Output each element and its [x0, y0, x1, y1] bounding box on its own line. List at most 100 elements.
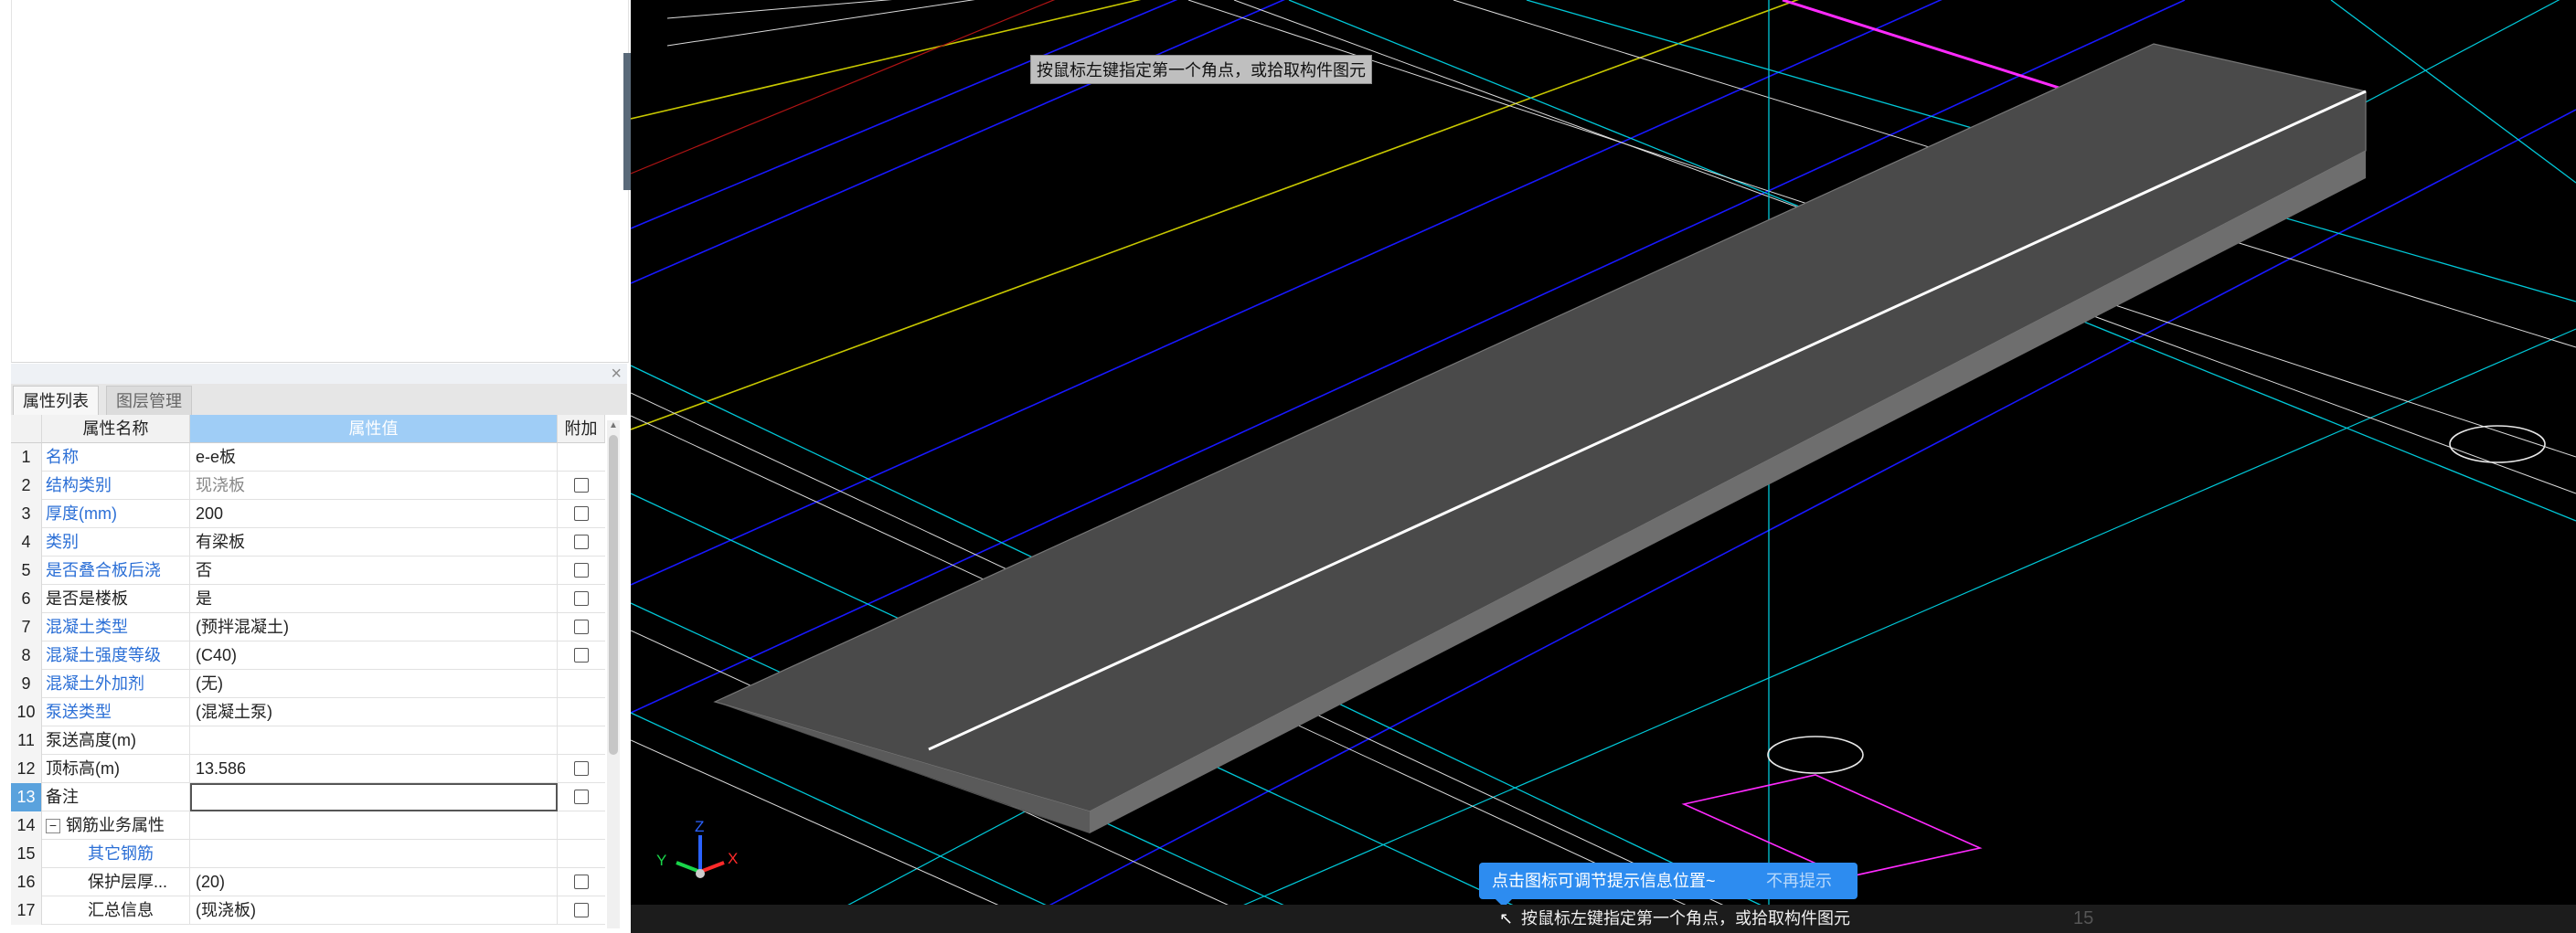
property-row[interactable]: 6 是否是楼板 是: [11, 585, 605, 613]
row-number[interactable]: 6: [11, 585, 42, 613]
row-number[interactable]: 8: [11, 641, 42, 670]
cursor-icon: ↖: [1499, 909, 1514, 928]
vertical-scrollbar[interactable]: ▲: [607, 420, 620, 928]
attach-checkbox[interactable]: [574, 875, 589, 889]
property-row[interactable]: 14− 钢筋业务属性: [11, 811, 605, 840]
column-header-number: [11, 415, 42, 443]
property-value[interactable]: 有梁板: [190, 528, 558, 557]
row-number[interactable]: 5: [11, 557, 42, 585]
property-value[interactable]: (混凝土泵): [190, 698, 558, 726]
property-value-editor[interactable]: [190, 783, 558, 811]
3d-viewport[interactable]: 按鼠标左键指定第一个角点，或拾取构件图元 Z Y X 点击图标可调节提示信息位置…: [631, 0, 2576, 933]
property-name-label: 混凝土强度等级: [46, 646, 161, 664]
row-number[interactable]: 17: [11, 896, 42, 925]
property-row[interactable]: 2 结构类别 现浇板: [11, 472, 605, 500]
scroll-up-icon[interactable]: ▲: [609, 420, 618, 431]
property-value[interactable]: 现浇板: [190, 472, 558, 500]
model-canvas[interactable]: [631, 0, 2576, 933]
property-row[interactable]: 4 类别 有梁板: [11, 528, 605, 557]
property-value[interactable]: 13.586: [190, 755, 558, 783]
attach-checkbox[interactable]: [574, 620, 589, 634]
property-value[interactable]: 是: [190, 585, 558, 613]
axis-x-icon: [699, 861, 725, 874]
property-value[interactable]: (C40): [190, 641, 558, 670]
attach-checkbox[interactable]: [574, 506, 589, 521]
property-value[interactable]: [190, 840, 558, 868]
property-row[interactable]: 17 汇总信息 (现浇板): [11, 896, 605, 925]
attach-cell: [558, 443, 605, 472]
attach-cell: [558, 613, 605, 641]
property-row[interactable]: 7 混凝土类型 (预拌混凝土): [11, 613, 605, 641]
tab-layer-management[interactable]: 图层管理: [106, 386, 192, 416]
property-row[interactable]: 10 泵送类型 (混凝土泵): [11, 698, 605, 726]
row-number[interactable]: 3: [11, 500, 42, 528]
pile-ellipse: [1767, 736, 1864, 774]
property-row[interactable]: 15 其它钢筋: [11, 840, 605, 868]
collapse-toggle-icon[interactable]: −: [46, 819, 60, 834]
row-number[interactable]: 14: [11, 811, 42, 840]
row-number[interactable]: 4: [11, 528, 42, 557]
scroll-thumb[interactable]: [609, 435, 618, 755]
property-row[interactable]: 5 是否叠合板后浇 否: [11, 557, 605, 585]
column-header-value[interactable]: 属性值: [190, 415, 558, 443]
row-number[interactable]: 12: [11, 755, 42, 783]
slab-top-face[interactable]: [713, 43, 2367, 812]
axis-x-label: X: [728, 850, 739, 867]
row-number[interactable]: 15: [11, 840, 42, 868]
property-row[interactable]: 11 泵送高度(m): [11, 726, 605, 755]
slab-model: [676, 43, 2367, 878]
property-value[interactable]: [190, 726, 558, 755]
row-number[interactable]: 11: [11, 726, 42, 755]
attach-cell: [558, 472, 605, 500]
row-number[interactable]: 9: [11, 670, 42, 698]
property-grid: 属性名称 属性值 附加 1 名称 e-e板 2 结构类别 现浇板 3 厚度(mm) 200 4 类别…: [11, 415, 605, 933]
panel-header: ×: [11, 364, 627, 385]
property-name: 是否是楼板: [42, 585, 190, 613]
row-number[interactable]: 13: [11, 783, 42, 811]
property-row[interactable]: 1 名称 e-e板: [11, 443, 605, 472]
property-value[interactable]: (无): [190, 670, 558, 698]
property-name-label: 泵送类型: [46, 703, 112, 721]
attach-checkbox[interactable]: [574, 478, 589, 493]
axis-line-blue: [631, 0, 1178, 229]
property-row[interactable]: 16 保护层厚... (20): [11, 868, 605, 896]
row-number[interactable]: 16: [11, 868, 42, 896]
property-name: 厚度(mm): [42, 500, 190, 528]
property-row[interactable]: 13 备注: [11, 783, 605, 811]
close-icon[interactable]: ×: [611, 364, 622, 384]
hint-bubble[interactable]: 点击图标可调节提示信息位置~ 不再提示: [1479, 863, 1857, 907]
property-row[interactable]: 12 顶标高(m) 13.586: [11, 755, 605, 783]
attach-checkbox[interactable]: [574, 563, 589, 578]
property-row[interactable]: 3 厚度(mm) 200: [11, 500, 605, 528]
property-value[interactable]: 否: [190, 557, 558, 585]
attach-checkbox[interactable]: [574, 591, 589, 606]
attach-checkbox[interactable]: [574, 790, 589, 804]
property-name: 汇总信息: [42, 896, 190, 925]
attach-cell: [558, 698, 605, 726]
command-status-bar: ↖ 按鼠标左键指定第一个角点，或拾取构件图元 15: [631, 905, 2576, 933]
property-value[interactable]: (预拌混凝土): [190, 613, 558, 641]
panel-splitter-handle[interactable]: [623, 53, 631, 190]
property-row[interactable]: 9 混凝土外加剂 (无): [11, 670, 605, 698]
attach-checkbox[interactable]: [574, 903, 589, 917]
property-value[interactable]: 200: [190, 500, 558, 528]
property-value[interactable]: [190, 811, 558, 840]
property-name-label: 混凝土类型: [46, 618, 128, 636]
attach-cell: [558, 840, 605, 868]
row-number[interactable]: 2: [11, 472, 42, 500]
row-number[interactable]: 10: [11, 698, 42, 726]
attach-checkbox[interactable]: [574, 761, 589, 776]
property-row[interactable]: 8 混凝土强度等级 (C40): [11, 641, 605, 670]
property-value[interactable]: (现浇板): [190, 896, 558, 925]
property-value[interactable]: e-e板: [190, 443, 558, 472]
attach-checkbox[interactable]: [574, 648, 589, 663]
row-number[interactable]: 1: [11, 443, 42, 472]
attach-checkbox[interactable]: [574, 535, 589, 549]
axis-line-red: [631, 0, 1056, 175]
column-header-name[interactable]: 属性名称: [42, 415, 190, 443]
row-number[interactable]: 7: [11, 613, 42, 641]
column-header-attach[interactable]: 附加: [558, 415, 605, 443]
dismiss-hint-link[interactable]: 不再提示: [1766, 863, 1832, 899]
property-value[interactable]: (20): [190, 868, 558, 896]
tab-property-list[interactable]: 属性列表: [13, 386, 99, 416]
